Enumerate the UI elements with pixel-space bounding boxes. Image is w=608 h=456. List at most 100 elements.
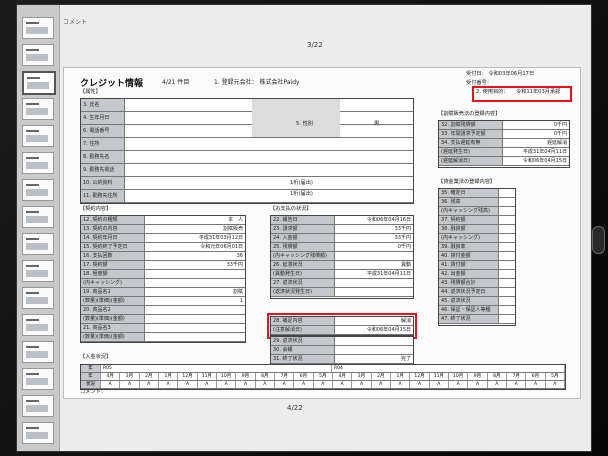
document-label-1: 1桁(届出) [290,180,313,186]
page-thumbnail[interactable] [22,71,56,95]
calendar-status-cell: A [410,381,430,388]
row-label: 4. 生年月日 [81,112,125,124]
table-row: 23. 請求額 33千円 [271,225,413,234]
gender-value: 男 [374,121,380,127]
section-status-title: 【お支払の状況】 [270,206,312,212]
page-thumbnail[interactable] [22,206,54,228]
row-label: 47. 終了状況 [439,315,499,323]
calendar-status-cell: A [430,381,449,388]
thumbnail-title-line [26,238,39,240]
row-label: 33. 年間請求予定額 [439,130,503,138]
page-thumbnail[interactable] [22,44,54,66]
calendar-status-cell: A [159,381,179,388]
row-value [145,333,245,341]
usage-highlight-box [472,86,572,102]
credit-report-page: クレジット情報 4/21 件目 1. 登録元会社： 株式会社Paidy 受付日：… [63,67,581,399]
thumbnail-table-block [26,135,48,142]
section-installment-title: 【割賦販売法の登録内容】 [438,111,501,117]
table-row: 6. 電話番号 [81,125,413,138]
table-row: 7. 住所 [81,138,413,151]
page-thumbnail[interactable] [22,368,54,390]
page-thumbnail[interactable] [22,179,54,201]
calendar-month-cell: 8月 [488,373,507,380]
calendar-status-cell: A [178,381,198,388]
calendar-month-cell: 9月 [468,373,488,380]
thumbnail-title-line [26,211,39,213]
calendar-status-cell: A [333,381,353,388]
page-thumbnail[interactable] [22,152,54,174]
page-thumbnail[interactable] [22,17,54,39]
gender-label: 5. 性別 [296,121,313,127]
calendar-month-cell: 6月 [526,373,546,380]
thumbnail-table-block [26,270,48,277]
thumbnail-title-line [26,427,39,429]
page-thumbnail[interactable] [22,314,54,336]
row-label: 34. 支払遅延有無 [439,139,503,147]
table-row: 14. 契約年月日 平成31年03月12日 [81,234,245,243]
tablet-home-button[interactable] [592,226,605,254]
calendar-month-cell: 3月 [120,373,140,380]
row-label: 8. 勤務先名 [81,151,125,163]
row-label: 29. 返済状況 [271,337,335,345]
page-thumbnail[interactable] [22,422,54,444]
thumbnail-title-line [26,346,39,348]
calendar-status-cell: A [256,381,275,388]
row-label: 23. 請求額 [271,225,335,233]
thumbnail-title-line [26,103,39,105]
page-thumbnail[interactable] [22,260,54,282]
page-thumbnail[interactable] [22,98,54,120]
table-row: 47. 終了状況 [439,315,515,324]
calendar-status-cell: A [101,381,121,388]
thumbnail-title-line [26,130,39,132]
row-value [499,288,515,296]
calendar-month-cell: 7月 [507,373,527,380]
calendar-status-label: 状況 [81,381,101,388]
row-label: (返済状況発生日) [271,288,335,296]
table-row: 29. 返済状況 [271,337,413,346]
page-thumbnail[interactable] [22,341,54,363]
table-row: (内キャッシング残債額) [271,252,413,261]
page-thumbnail[interactable] [22,395,54,417]
row-label: 35. 確定日 [439,189,499,197]
loan-table: 35. 確定日 36. 残高 (内キャッシング残高) 37. 契約額 38. 融資額 (内… [438,188,516,326]
row-label: 25. 残債額 [271,243,335,251]
row-label: (異動発生日) [271,270,335,278]
table-row: 20. 商品名2 [81,306,245,315]
row-value: 完了 [400,356,411,362]
row-label: 20. 商品名2 [81,306,145,314]
row-label: 21. 商品名3 [81,324,145,332]
thumbnail-table-block [26,351,48,358]
tablet-screen: コメント 3/22 クレジット情報 4/21 件目 1. 登録元会社： 株式会社… [16,4,592,452]
row-label: 18. 極度額 [81,270,145,278]
table-row: 37. 契約額 [439,216,515,225]
row-value [499,234,515,242]
table-row: 12. 契約の種類 本 人 [81,216,245,225]
page-thumbnail[interactable] [22,287,54,309]
calendar-month-cell: 3月 [352,373,372,380]
thumbnail-title-line [26,319,39,321]
thumbnail-title-line [26,157,39,159]
row-label: 42. 出金額 [439,270,499,278]
row-label: 24. 入金額 [271,234,335,242]
table-row: 17. 契約額 33千円 [81,261,245,270]
row-value [499,189,515,197]
table-row: 27. 返済状況 [271,279,413,288]
calendar-status-cell: A [275,381,295,388]
table-row: (内キャッシング残高) [439,207,515,216]
row-value [499,297,515,305]
calendar-month-cell: 12月 [178,373,198,380]
table-row: (遅延解消日) 令和06年04月15日 [439,157,569,166]
contract-table: 12. 契約の種類 本 人 13. 契約の内容 割賦販売 14. 契約年月日 平成31年0… [80,215,246,343]
table-row: (返済状況発生日) [271,288,413,297]
thumbnail-title-line [26,373,39,375]
thumbnail-table-block [26,432,48,439]
page-thumbnail[interactable] [22,125,54,147]
calendar-month-label: 年 [81,373,101,380]
row-label: (遅延解消日) [439,157,503,165]
row-value: 異動 [400,262,411,268]
page-thumbnail[interactable] [22,233,54,255]
row-label: 22. 報告日 [271,216,335,224]
row-label: 40. 貸付金額 [439,252,499,260]
calendar-month-cell: 11月 [430,373,449,380]
thumbnail-table-block [26,216,48,223]
